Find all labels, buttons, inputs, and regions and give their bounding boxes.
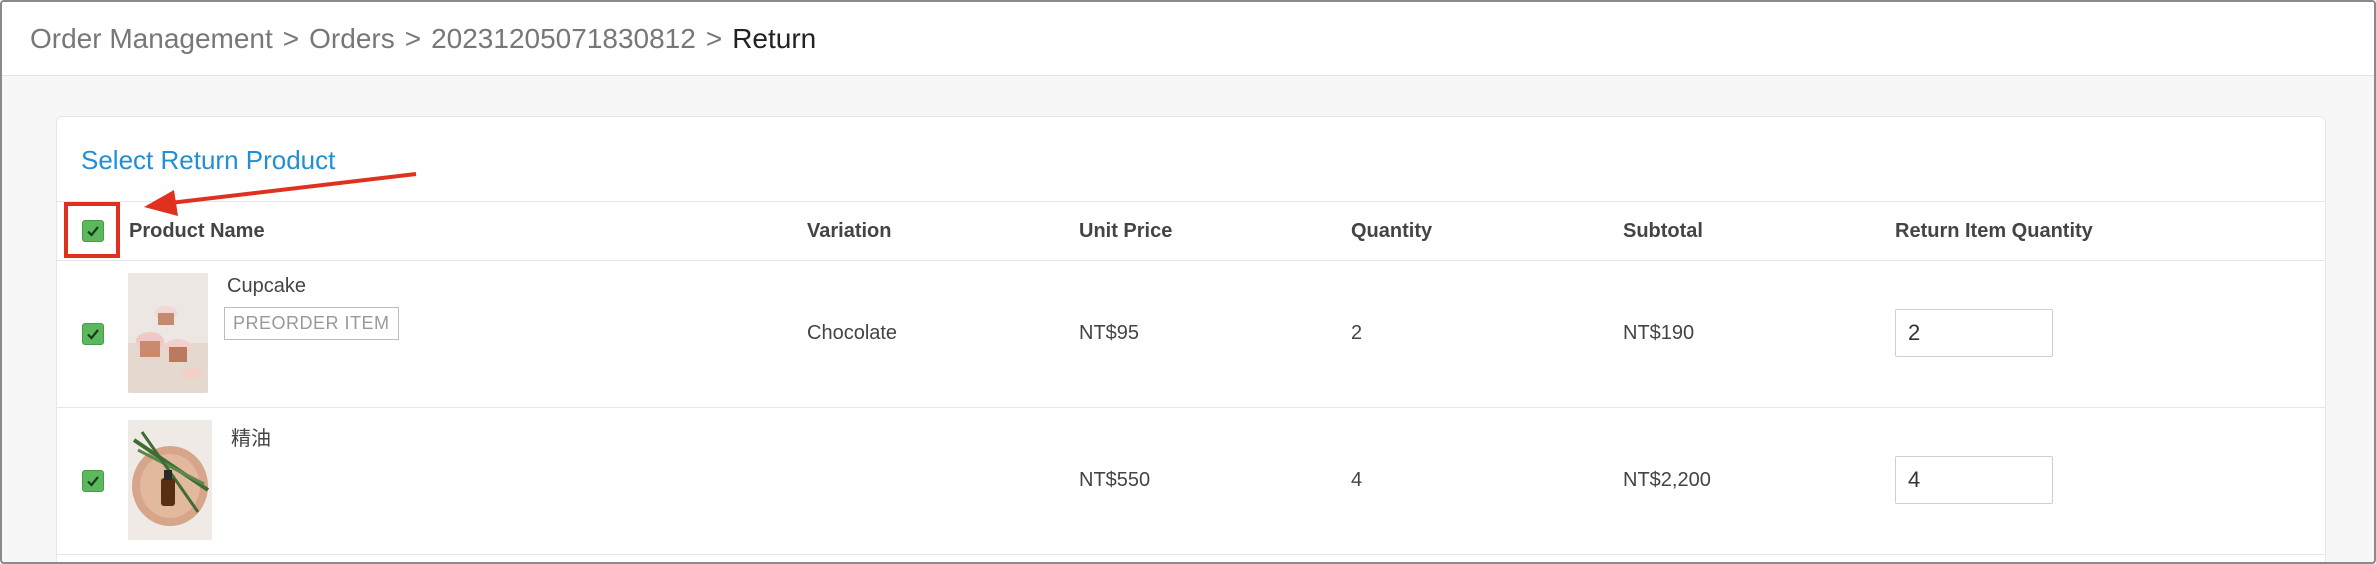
product-thumbnail[interactable]: [128, 420, 212, 540]
return-quantity-input[interactable]: [1895, 456, 2053, 504]
unit-price-cell: NT$550: [1079, 469, 1151, 491]
product-name[interactable]: 精油: [231, 422, 271, 451]
breadcrumb-order-management[interactable]: Order Management: [30, 23, 273, 55]
table-row: Cupcake PREORDER ITEM Chocolate NT$95 2 …: [57, 261, 2325, 408]
row-checkbox[interactable]: [82, 470, 104, 492]
breadcrumb-order-number[interactable]: 20231205071830812: [431, 23, 696, 55]
return-product-card: Select Return Product Product Name Varia…: [56, 116, 2326, 562]
unit-price-cell: NT$95: [1079, 322, 1140, 344]
preorder-tag: PREORDER ITEM: [224, 307, 399, 340]
header-subtotal: Subtotal: [1623, 220, 1703, 242]
variation-cell: Chocolate: [807, 322, 898, 344]
breadcrumb-orders[interactable]: Orders: [309, 23, 395, 55]
header-product-name: Product Name: [129, 220, 265, 242]
section-title: Select Return Product: [81, 145, 336, 175]
return-quantity-input[interactable]: [1895, 309, 2053, 357]
header-unit-price: Unit Price: [1079, 220, 1173, 242]
breadcrumb-separator: >: [705, 22, 723, 54]
subtotal-cell: NT$2,200: [1623, 469, 1711, 491]
annotation-highlight-box: [64, 202, 120, 258]
breadcrumb-separator: >: [404, 22, 422, 54]
product-name[interactable]: Cupcake: [227, 275, 306, 298]
header-quantity: Quantity: [1351, 220, 1433, 242]
check-icon: [87, 476, 99, 487]
header-variation: Variation: [807, 220, 892, 242]
breadcrumb: Order Management > Orders > 202312050718…: [30, 23, 816, 55]
quantity-cell: 4: [1351, 469, 1363, 491]
check-icon: [87, 329, 99, 340]
top-bar: Order Management > Orders > 202312050718…: [2, 2, 2374, 76]
header-return-quantity: Return Item Quantity: [1895, 220, 2093, 242]
breadcrumb-separator: >: [282, 22, 300, 54]
table-header: Product Name Variation Unit Price Quanti…: [57, 201, 2325, 261]
table-row: 精油 NT$550 4 NT$2,200: [57, 408, 2325, 555]
subtotal-cell: NT$190: [1623, 322, 1695, 344]
row-checkbox[interactable]: [82, 323, 104, 345]
app-window: Order Management > Orders > 202312050718…: [0, 0, 2376, 564]
quantity-cell: 2: [1351, 322, 1363, 344]
product-thumbnail[interactable]: [128, 273, 208, 393]
breadcrumb-current: Return: [732, 22, 817, 54]
